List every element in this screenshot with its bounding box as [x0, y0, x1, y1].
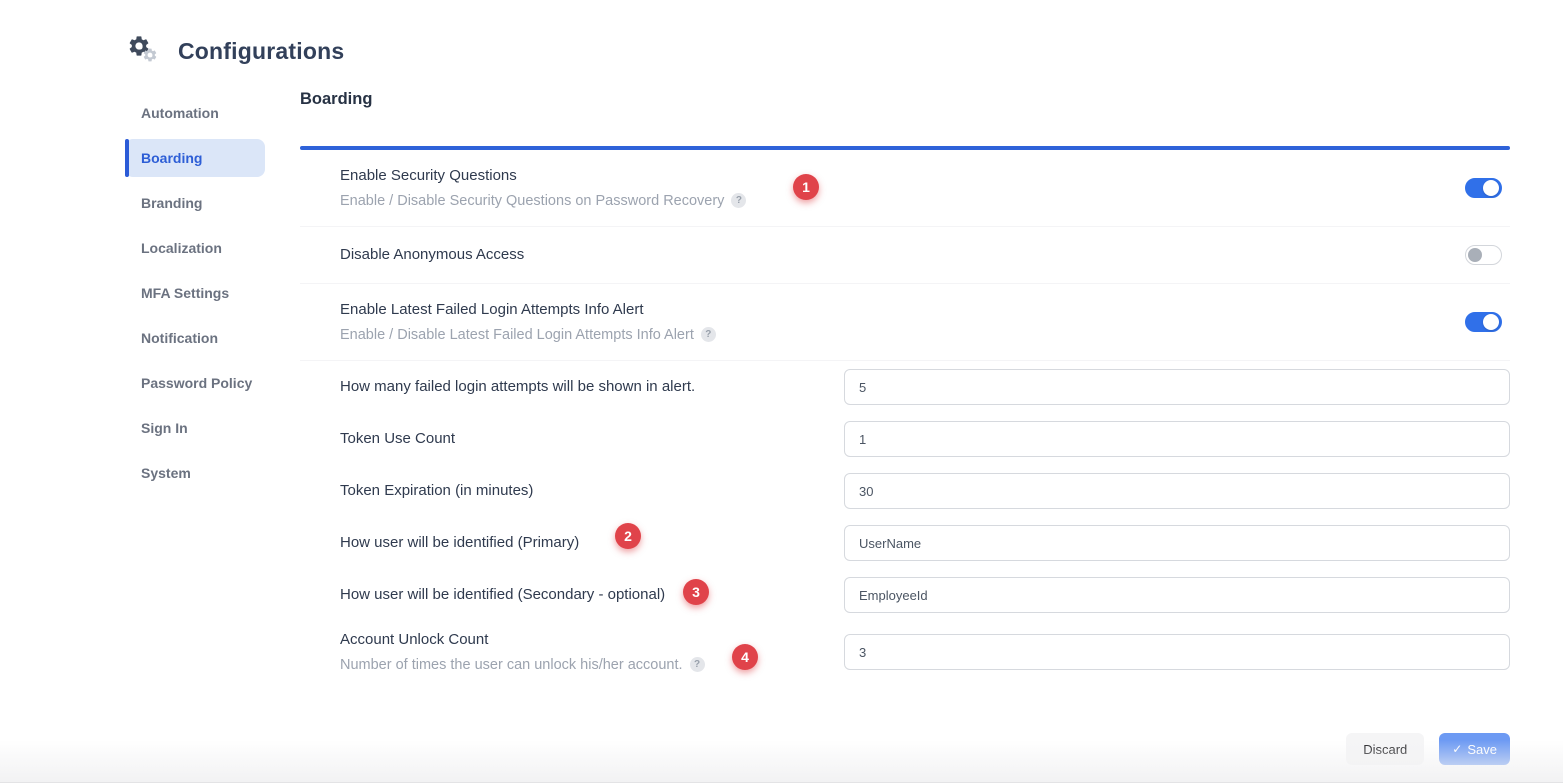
setting-row-latest-failed-login-alert: Enable Latest Failed Login Attempts Info… — [300, 284, 1510, 361]
sidebar-item-notification[interactable]: Notification — [125, 319, 265, 357]
toggle-knob — [1468, 248, 1482, 262]
help-icon[interactable]: ? — [690, 657, 705, 672]
settings-gears-icon — [127, 34, 161, 68]
setting-row-user-identified-secondary: How user will be identified (Secondary -… — [300, 569, 1510, 621]
setting-row-enable-security-questions: Enable Security Questions Enable / Disab… — [300, 150, 1510, 227]
user-identified-secondary-input[interactable] — [844, 577, 1510, 613]
page-title: Configurations — [178, 38, 344, 65]
sidebar-item-boarding[interactable]: Boarding — [125, 139, 265, 177]
sidebar-item-localization[interactable]: Localization — [125, 229, 265, 267]
discard-button[interactable]: Discard — [1346, 733, 1424, 765]
setting-label: How user will be identified (Secondary -… — [340, 584, 844, 606]
boarding-panel: Boarding Enable Security Questions Enabl… — [300, 68, 1563, 765]
setting-label: Enable Latest Failed Login Attempts Info… — [340, 299, 844, 321]
save-button[interactable]: ✓Save — [1439, 733, 1510, 765]
failed-attempts-shown-input[interactable] — [844, 369, 1510, 405]
help-icon[interactable]: ? — [731, 193, 746, 208]
sidebar: Automation Boarding Branding Localizatio… — [125, 68, 300, 765]
setting-row-token-expiration: Token Expiration (in minutes) — [300, 465, 1510, 517]
sidebar-item-automation[interactable]: Automation — [125, 94, 265, 132]
toggle-latest-failed-login-alert[interactable] — [1465, 312, 1502, 332]
setting-label: Account Unlock Count — [340, 629, 844, 651]
toggle-disable-anonymous-access[interactable] — [1465, 245, 1502, 265]
app-header: Configurations — [0, 0, 1563, 68]
form-actions: Discard ✓Save — [300, 733, 1510, 765]
setting-sublabel: Enable / Disable Security Questions on P… — [340, 191, 724, 211]
check-icon: ✓ — [1452, 742, 1462, 756]
token-use-count-input[interactable] — [844, 421, 1510, 457]
annotation-badge-2: 2 — [615, 523, 641, 549]
setting-row-token-use-count: Token Use Count — [300, 413, 1510, 465]
setting-row-disable-anonymous-access: Disable Anonymous Access — [300, 227, 1510, 284]
annotation-badge-3: 3 — [683, 579, 709, 605]
help-icon[interactable]: ? — [701, 327, 716, 342]
setting-label: Token Use Count — [340, 428, 844, 450]
gear-small-icon — [142, 47, 158, 63]
annotation-badge-1: 1 — [793, 174, 819, 200]
annotation-badge-4: 4 — [732, 644, 758, 670]
account-unlock-count-input[interactable] — [844, 634, 1510, 670]
setting-row-account-unlock-count: Account Unlock Count Number of times the… — [300, 621, 1510, 683]
setting-label: How many failed login attempts will be s… — [340, 376, 844, 398]
toggle-knob — [1483, 314, 1499, 330]
sidebar-item-sign-in[interactable]: Sign In — [125, 409, 265, 447]
sidebar-item-system[interactable]: System — [125, 454, 265, 492]
section-title: Boarding — [300, 68, 1510, 109]
user-identified-primary-input[interactable] — [844, 525, 1510, 561]
content: Automation Boarding Branding Localizatio… — [0, 68, 1563, 765]
setting-row-failed-attempts-shown: How many failed login attempts will be s… — [300, 361, 1510, 413]
sidebar-item-password-policy[interactable]: Password Policy — [125, 364, 265, 402]
sidebar-item-mfa-settings[interactable]: MFA Settings — [125, 274, 265, 312]
setting-label: How user will be identified (Primary) — [340, 532, 844, 554]
setting-label-block: Enable Security Questions Enable / Disab… — [340, 165, 844, 211]
setting-row-user-identified-primary: How user will be identified (Primary) 2 — [300, 517, 1510, 569]
setting-label: Token Expiration (in minutes) — [340, 480, 844, 502]
sidebar-item-branding[interactable]: Branding — [125, 184, 265, 222]
setting-label: Disable Anonymous Access — [340, 244, 844, 266]
token-expiration-input[interactable] — [844, 473, 1510, 509]
configurations-page: Configurations Automation Boarding Brand… — [0, 0, 1563, 783]
toggle-enable-security-questions[interactable] — [1465, 178, 1502, 198]
setting-sublabel: Number of times the user can unlock his/… — [340, 655, 683, 675]
setting-label: Enable Security Questions — [340, 165, 844, 187]
toggle-knob — [1483, 180, 1499, 196]
setting-sublabel: Enable / Disable Latest Failed Login Att… — [340, 325, 694, 345]
